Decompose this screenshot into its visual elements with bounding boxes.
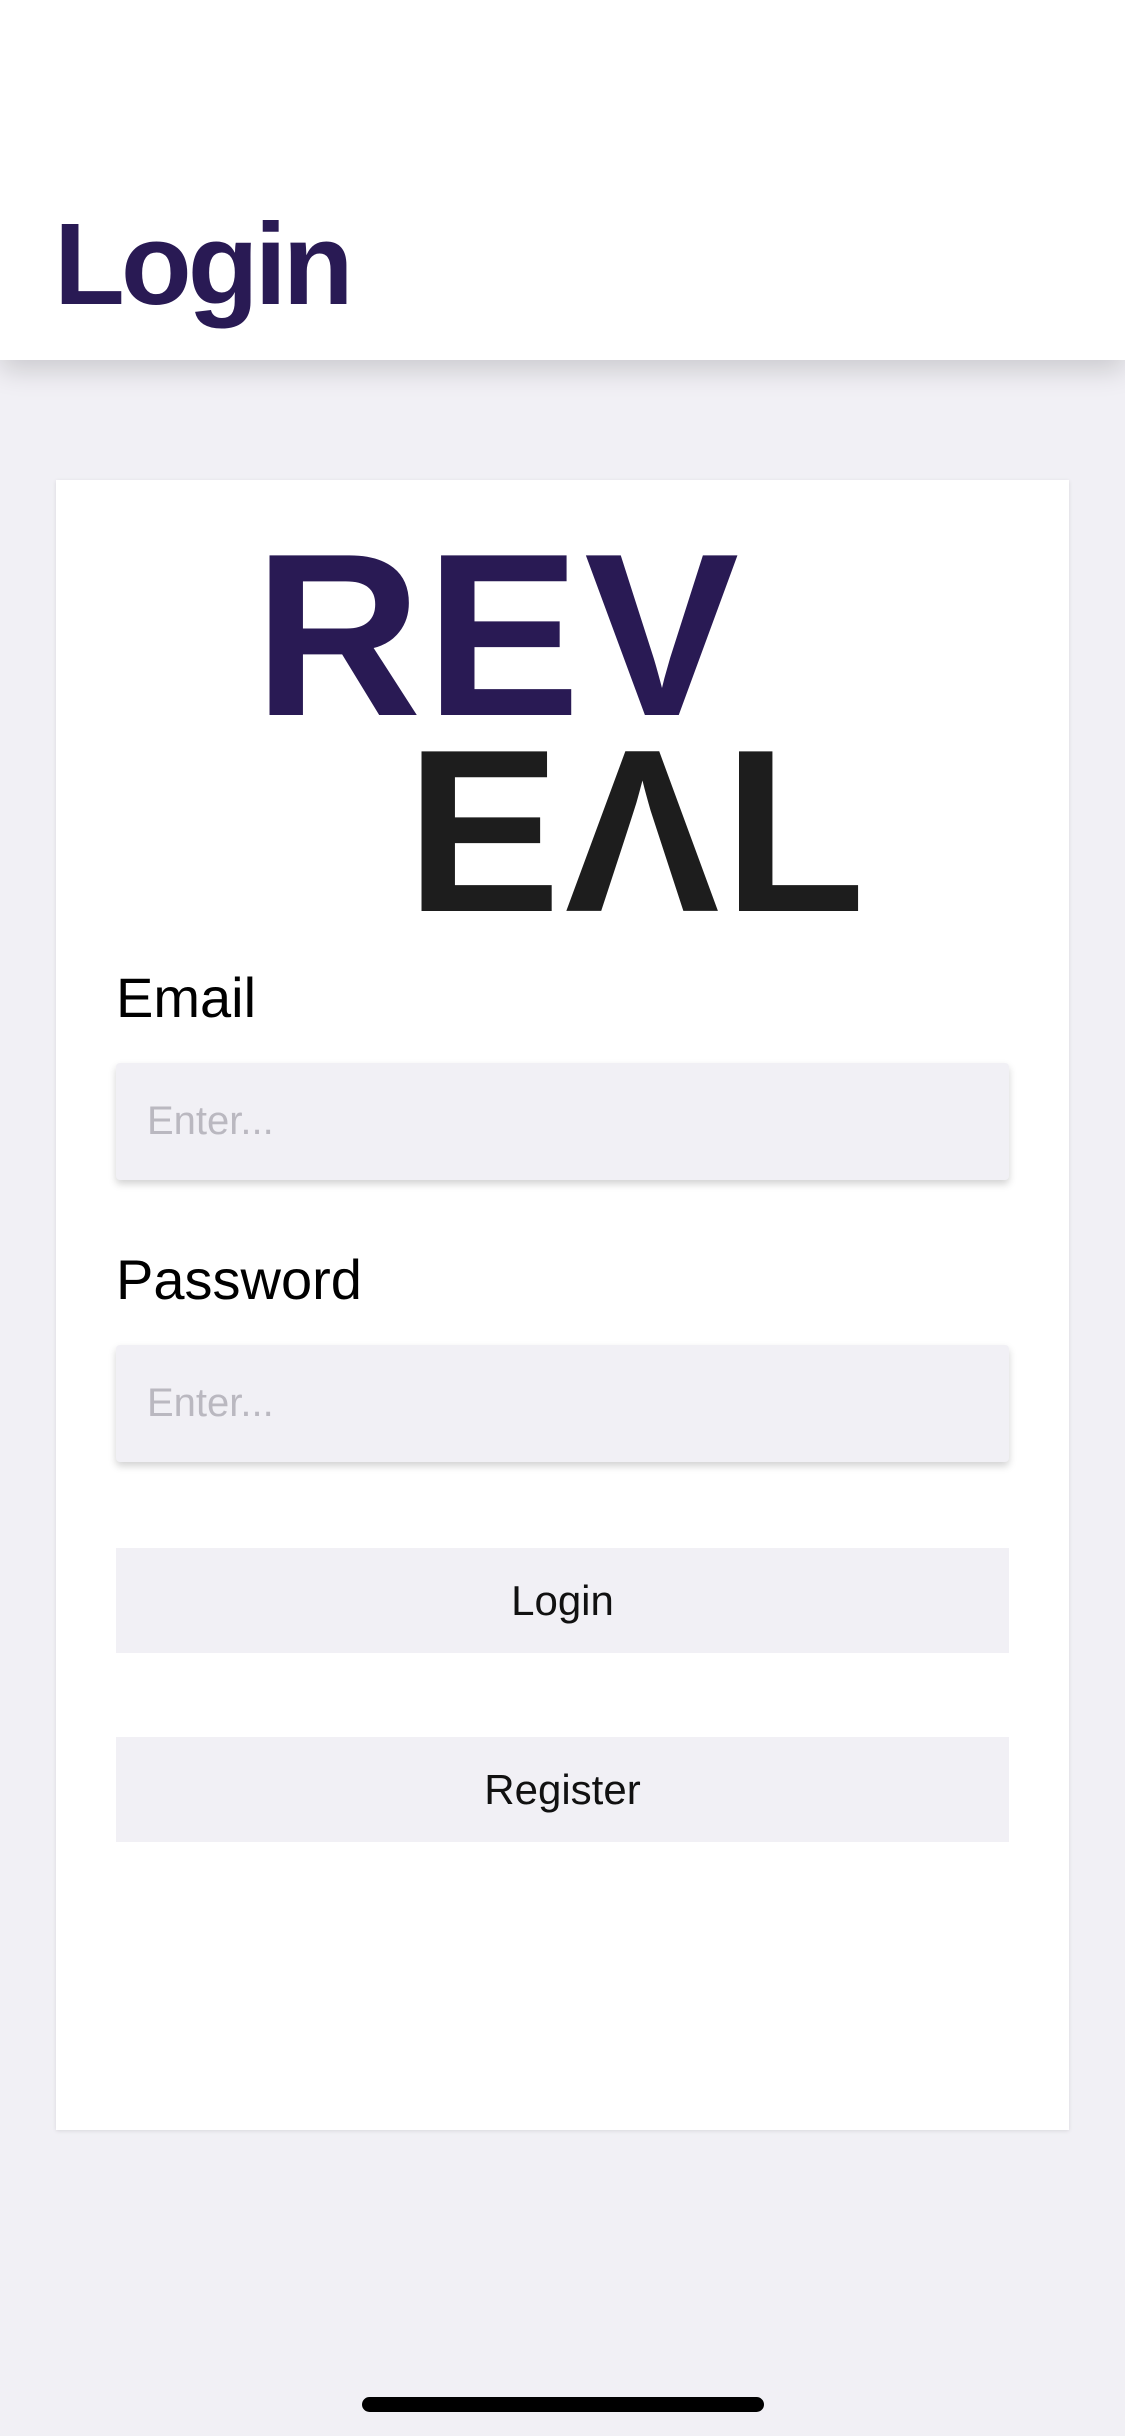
password-field[interactable] (116, 1345, 1009, 1462)
page-title: Login (54, 199, 354, 329)
reveal-logo: REV EΛL (56, 480, 1069, 948)
logo-line-2: EΛL (406, 702, 870, 961)
home-indicator (362, 2397, 764, 2412)
password-label: Password (116, 1248, 362, 1311)
login-button[interactable]: Login (116, 1548, 1009, 1653)
email-field[interactable] (116, 1063, 1009, 1180)
navigation-header: Login (0, 0, 1125, 360)
login-card: REV EΛL Email Password Login Register (56, 480, 1069, 2130)
register-button[interactable]: Register (116, 1737, 1009, 1842)
email-label: Email (116, 966, 257, 1029)
